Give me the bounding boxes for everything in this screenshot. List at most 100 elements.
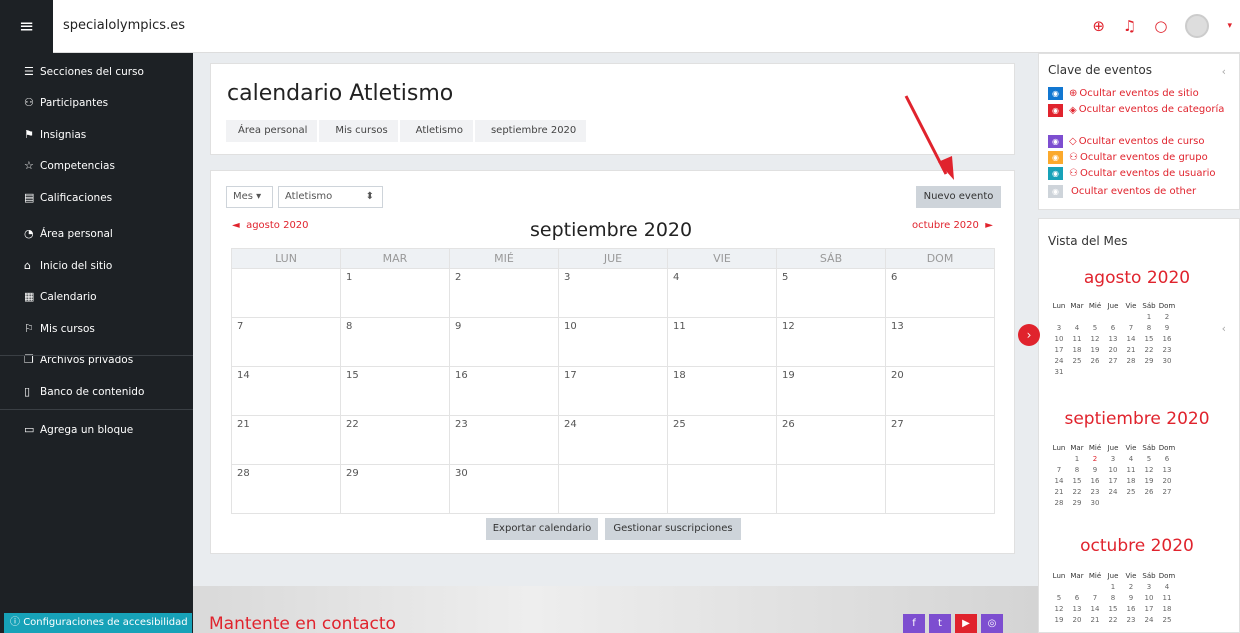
mini-day[interactable]: 3 xyxy=(1050,322,1068,333)
day-cell[interactable]: 20 xyxy=(885,366,995,416)
mini-day[interactable]: 19 xyxy=(1050,614,1068,625)
breadcrumb-item[interactable]: Área personal xyxy=(226,120,318,142)
mini-day[interactable] xyxy=(1104,311,1122,322)
mini-month-title[interactable]: septiembre 2020 xyxy=(1042,409,1232,429)
mini-day[interactable]: 1 xyxy=(1104,581,1122,592)
mini-day[interactable]: 8 xyxy=(1140,322,1158,333)
mini-day[interactable]: 9 xyxy=(1122,592,1140,603)
day-cell[interactable]: 12 xyxy=(776,317,886,367)
sidebar-item[interactable]: ▯ Banco de contenido xyxy=(24,385,144,398)
day-cell[interactable]: 15 xyxy=(340,366,450,416)
eye-icon[interactable]: ◉ xyxy=(1048,135,1063,148)
mini-day[interactable] xyxy=(1158,497,1176,508)
facebook-icon[interactable]: f xyxy=(903,614,925,633)
mini-day[interactable] xyxy=(1086,581,1104,592)
day-cell[interactable]: 4 xyxy=(667,268,777,318)
mini-day[interactable]: 21 xyxy=(1086,614,1104,625)
mini-day[interactable]: 1 xyxy=(1140,311,1158,322)
mini-day[interactable]: 6 xyxy=(1104,322,1122,333)
mini-day[interactable]: 24 xyxy=(1104,486,1122,497)
mini-day[interactable]: 3 xyxy=(1140,581,1158,592)
mini-day[interactable]: 25 xyxy=(1068,355,1086,366)
view-select[interactable]: Mes ▾ xyxy=(226,186,273,208)
mini-day[interactable]: 2 xyxy=(1158,311,1176,322)
mini-day[interactable]: 24 xyxy=(1050,355,1068,366)
mini-day[interactable]: 18 xyxy=(1158,603,1176,614)
sidebar-item[interactable]: ⌂ Inicio del sitio xyxy=(24,259,112,272)
mini-day[interactable]: 4 xyxy=(1122,453,1140,464)
day-cell[interactable]: 17 xyxy=(558,366,668,416)
day-cell[interactable]: 1 xyxy=(340,268,450,318)
mini-day[interactable]: 11 xyxy=(1068,333,1086,344)
mini-day[interactable]: 14 xyxy=(1050,475,1068,486)
day-cell[interactable] xyxy=(558,464,668,514)
eye-icon[interactable]: ◉ xyxy=(1048,151,1063,164)
mini-day[interactable]: 21 xyxy=(1122,344,1140,355)
mini-day[interactable]: 7 xyxy=(1050,464,1068,475)
mini-day[interactable]: 20 xyxy=(1068,614,1086,625)
day-cell[interactable] xyxy=(667,464,777,514)
mini-day[interactable]: 30 xyxy=(1158,355,1176,366)
day-cell[interactable]: 8 xyxy=(340,317,450,367)
day-cell[interactable]: 21 xyxy=(231,415,341,465)
day-cell[interactable]: 22 xyxy=(340,415,450,465)
mini-day[interactable]: 3 xyxy=(1104,453,1122,464)
mini-day[interactable]: 29 xyxy=(1140,355,1158,366)
mini-day[interactable]: 10 xyxy=(1140,592,1158,603)
mini-day[interactable]: 19 xyxy=(1086,344,1104,355)
day-cell[interactable]: 16 xyxy=(449,366,559,416)
language-icon[interactable]: ⊕ xyxy=(1092,17,1105,35)
mini-day[interactable]: 18 xyxy=(1068,344,1086,355)
mini-day[interactable]: 29 xyxy=(1068,497,1086,508)
mini-day[interactable] xyxy=(1050,311,1068,322)
mini-day[interactable]: 1 xyxy=(1068,453,1086,464)
mini-day[interactable]: 21 xyxy=(1050,486,1068,497)
mini-day[interactable]: 26 xyxy=(1140,486,1158,497)
mini-month-title[interactable]: agosto 2020 xyxy=(1042,268,1232,288)
mini-day[interactable]: 19 xyxy=(1140,475,1158,486)
mini-day[interactable]: 12 xyxy=(1140,464,1158,475)
breadcrumb-item[interactable]: Atletismo xyxy=(399,120,473,142)
day-cell[interactable]: 13 xyxy=(885,317,995,367)
day-cell[interactable] xyxy=(885,464,995,514)
day-cell[interactable]: 23 xyxy=(449,415,559,465)
mini-day[interactable]: 5 xyxy=(1086,322,1104,333)
mini-day[interactable] xyxy=(1050,453,1068,464)
mini-day[interactable]: 10 xyxy=(1050,333,1068,344)
sidebar-item[interactable]: ☆ Competencias xyxy=(24,159,115,172)
sidebar-item[interactable]: ⚐ Mis cursos xyxy=(24,322,95,335)
mini-day[interactable]: 26 xyxy=(1086,355,1104,366)
mini-day[interactable]: 23 xyxy=(1086,486,1104,497)
course-select[interactable]: Atletismo ⬍ xyxy=(278,186,383,208)
mini-day[interactable] xyxy=(1086,366,1104,377)
sidebar-item[interactable]: ▭ Agrega un bloque xyxy=(24,423,133,436)
mini-day[interactable]: 20 xyxy=(1104,344,1122,355)
mini-day[interactable] xyxy=(1068,366,1086,377)
day-cell[interactable]: 7 xyxy=(231,317,341,367)
mini-day[interactable] xyxy=(1122,366,1140,377)
mini-day[interactable]: 17 xyxy=(1140,603,1158,614)
mini-day[interactable]: 31 xyxy=(1050,366,1068,377)
accessibility-button[interactable]: ⓘ Configuraciones de accesibilidad xyxy=(4,613,192,633)
mini-day[interactable] xyxy=(1068,311,1086,322)
next-month-link[interactable]: octubre 2020 ► xyxy=(912,220,993,231)
sidebar-item[interactable]: ◔ Área personal xyxy=(24,227,113,240)
mini-day[interactable]: 9 xyxy=(1158,322,1176,333)
mini-day[interactable]: 11 xyxy=(1122,464,1140,475)
day-cell[interactable]: 14 xyxy=(231,366,341,416)
sidebar-item[interactable]: ▦ Calendario xyxy=(24,290,97,303)
mini-day[interactable]: 4 xyxy=(1158,581,1176,592)
event-key-item[interactable]: ◉ ◇ Ocultar eventos de curso xyxy=(1048,135,1204,148)
mini-day[interactable]: 10 xyxy=(1104,464,1122,475)
mini-day[interactable] xyxy=(1086,311,1104,322)
mini-day[interactable]: 28 xyxy=(1122,355,1140,366)
site-name[interactable]: specialolympics.es xyxy=(63,18,185,33)
mini-day[interactable]: 5 xyxy=(1050,592,1068,603)
mini-day[interactable]: 24 xyxy=(1140,614,1158,625)
day-cell[interactable]: 29 xyxy=(340,464,450,514)
sidebar-item[interactable]: ☰ Secciones del curso xyxy=(24,65,144,78)
event-key-item[interactable]: ◉ ⊕ Ocultar eventos de sitio xyxy=(1048,87,1199,100)
mini-day[interactable]: 13 xyxy=(1068,603,1086,614)
day-cell[interactable]: 5 xyxy=(776,268,886,318)
mini-day[interactable]: 18 xyxy=(1122,475,1140,486)
